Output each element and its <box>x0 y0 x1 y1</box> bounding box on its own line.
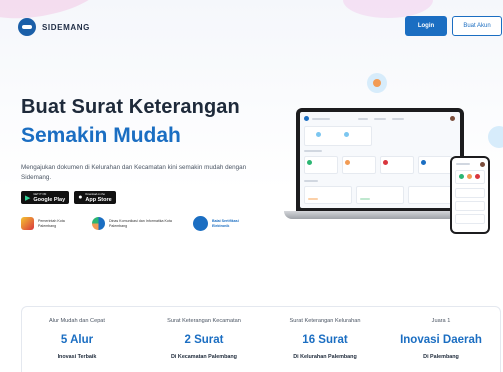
stat-caption: Alur Mudah dan Cepat <box>49 318 105 324</box>
partner-logos: Pemerintah Kota Palembang Dinas Komunika… <box>21 216 260 231</box>
app-store-badge[interactable]: ● Download on the App Store <box>74 191 116 204</box>
partner-pemkot: Pemerintah Kota Palembang <box>21 217 78 230</box>
app-store-badges: ▶ GET IT ON Google Play ● Download on th… <box>21 191 116 204</box>
apple-badge-label: App Store <box>85 196 112 203</box>
stat-card: Alur Mudah dan Cepat 5 Alur Inovasi Terb… <box>18 318 136 360</box>
partner-diskominfo: Dinas Komunikasi dan Informatika Kota Pa… <box>92 217 179 230</box>
laptop-screen <box>300 112 460 208</box>
phone-screen <box>452 158 488 232</box>
laptop-base <box>284 211 476 219</box>
sidemang-logo-icon <box>18 18 36 36</box>
stat-card: Juara 1 Inovasi Daerah Di Palembang <box>382 318 500 360</box>
decorative-bubble <box>488 126 503 148</box>
stat-value: 5 Alur <box>60 334 94 346</box>
google-badge-label: Google Play <box>33 196 66 203</box>
apple-icon: ● <box>78 194 83 201</box>
laptop-mockup <box>296 108 464 212</box>
hero-title-highlight: Semakin Mudah <box>21 124 181 147</box>
partner-label: Balai Sertifikasi Elektronik <box>212 218 239 228</box>
phone-mockup <box>450 156 490 234</box>
partner-label: Pemerintah Kota Palembang <box>38 218 65 228</box>
partner-bsre: Balai Sertifikasi Elektronik <box>193 216 246 231</box>
register-button[interactable]: Buat Akun <box>452 16 502 36</box>
pemkot-emblem-icon <box>21 217 34 230</box>
hero-description: Mengajukan dokumen di Kelurahan dan Keca… <box>21 164 247 181</box>
partner-label: Dinas Komunikasi dan Informatika Kota Pa… <box>109 218 172 228</box>
login-button[interactable]: Login <box>405 16 447 36</box>
brand-name: SIDEMANG <box>42 22 90 32</box>
stat-card: Surat Keterangan Kelurahan 16 Surat Di K… <box>266 318 384 360</box>
stat-value: Inovasi Daerah <box>400 334 482 346</box>
stat-subtitle: Di Kelurahan Palembang <box>293 354 357 360</box>
google-play-badge[interactable]: ▶ GET IT ON Google Play <box>21 191 70 204</box>
stat-subtitle: Di Kecamatan Palembang <box>171 354 237 360</box>
stat-caption: Surat Keterangan Kelurahan <box>289 318 361 324</box>
hero-title: Buat Surat Keterangan <box>21 96 240 118</box>
bsre-logo-icon <box>193 216 208 231</box>
stat-value: 16 Surat <box>302 334 348 346</box>
play-icon: ▶ <box>25 194 31 202</box>
stat-card: Surat Keterangan Kecamatan 2 Surat Di Ke… <box>145 318 263 360</box>
brand-logo[interactable]: SIDEMANG <box>18 18 90 36</box>
diskominfo-logo-icon <box>92 217 105 230</box>
stat-value: 2 Surat <box>184 334 224 346</box>
stat-caption: Surat Keterangan Kecamatan <box>167 318 241 324</box>
decorative-bubble <box>367 73 387 93</box>
stat-subtitle: Di Palembang <box>423 354 459 360</box>
stat-subtitle: Inovasi Terbaik <box>57 354 97 360</box>
stat-caption: Juara 1 <box>431 318 451 324</box>
top-navbar: SIDEMANG Login Buat Akun <box>0 0 503 54</box>
